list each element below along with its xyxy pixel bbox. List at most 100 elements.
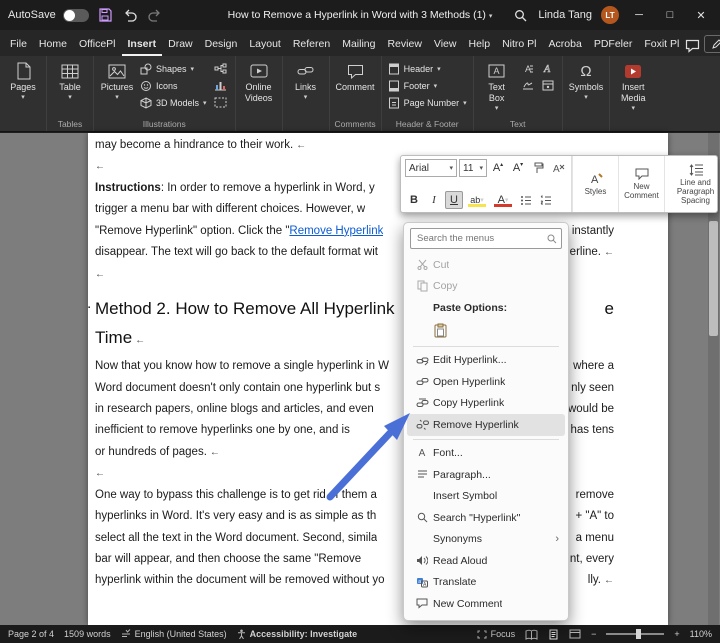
styles-button[interactable]: A Styles — [572, 156, 618, 212]
hyperlink-text[interactable]: Remove Hyperlink — [289, 225, 383, 237]
scrollbar-thumb[interactable] — [709, 221, 718, 336]
tab-nitro-pro[interactable]: Nitro Pl — [496, 33, 542, 56]
menu-search-box[interactable] — [410, 228, 562, 249]
page-number-button[interactable]: Page Number ▾ — [385, 94, 470, 111]
pages-button[interactable]: Pages ▾ — [3, 58, 43, 103]
chart-button[interactable] — [212, 78, 230, 93]
tab-officeplus[interactable]: OfficePl — [73, 33, 122, 56]
tab-mailings[interactable]: Mailing — [336, 33, 381, 56]
proofing-status[interactable]: English (United States) — [121, 629, 227, 639]
menu-search-input[interactable] — [415, 232, 547, 245]
insert-media-icon — [624, 61, 642, 81]
format-painter-button[interactable] — [529, 159, 547, 177]
read-mode-button[interactable] — [525, 629, 538, 640]
menu-item-insert-symbol[interactable]: Insert Symbol — [407, 486, 565, 508]
online-videos-button[interactable]: Online Videos — [239, 58, 279, 103]
numbering-button[interactable] — [537, 191, 555, 209]
menu-item-synonyms[interactable]: Synonyms › — [407, 529, 565, 551]
comment-button[interactable]: Comment — [333, 58, 378, 92]
print-layout-button[interactable] — [548, 629, 559, 640]
3d-models-button[interactable]: 3D Models ▾ — [137, 94, 210, 111]
zoom-out-button[interactable]: − — [591, 629, 596, 639]
symbols-button[interactable]: Ω Symbols ▾ — [566, 58, 607, 103]
paste-keep-source-button[interactable] — [429, 320, 451, 342]
menu-item-search-hyperlink[interactable]: Search "Hyperlink" — [407, 507, 565, 529]
menu-item-open-hyperlink[interactable]: Open Hyperlink — [407, 371, 565, 393]
shapes-button[interactable]: Shapes ▾ — [137, 60, 210, 77]
menu-item-font[interactable]: A Font... — [407, 443, 565, 465]
comments-icon[interactable] — [685, 36, 700, 56]
language-label: English (United States) — [135, 629, 227, 639]
footer-button[interactable]: Footer ▾ — [385, 77, 470, 94]
bold-button[interactable]: B — [405, 191, 423, 209]
tab-insert[interactable]: Insert — [122, 33, 163, 56]
line-spacing-button[interactable]: Line andParagraph Spacing — [664, 156, 720, 212]
avatar[interactable]: LT — [601, 6, 619, 24]
menu-item-paragraph[interactable]: Paragraph... — [407, 464, 565, 486]
focus-mode-button[interactable]: Focus — [477, 629, 516, 639]
font-color-button[interactable]: A▾ — [491, 191, 515, 209]
tab-view[interactable]: View — [428, 33, 463, 56]
page-indicator[interactable]: Page 2 of 4 — [8, 629, 54, 639]
title-chevron-down-icon[interactable]: ▾ — [489, 13, 493, 20]
tab-draw[interactable]: Draw — [162, 33, 199, 56]
font-size-select[interactable]: 11▾ — [459, 159, 487, 177]
menu-item-edit-hyperlink[interactable]: Edit Hyperlink... — [407, 350, 565, 372]
grow-font-button[interactable]: A▴ — [489, 159, 507, 177]
text-box-button[interactable]: A Text Box ▾ — [477, 58, 517, 114]
tab-review[interactable]: Review — [381, 33, 427, 56]
pictures-button[interactable]: Pictures ▾ — [97, 58, 137, 103]
table-button[interactable]: Table ▾ — [50, 58, 90, 103]
bullets-button[interactable] — [517, 191, 535, 209]
menu-item-remove-hyperlink[interactable]: Remove Hyperlink — [407, 414, 565, 436]
links-button[interactable]: Links ▾ — [286, 58, 326, 103]
zoom-slider[interactable] — [606, 633, 664, 635]
quick-parts-button[interactable]: A — [519, 61, 537, 76]
tab-layout[interactable]: Layout — [243, 33, 287, 56]
underline-button[interactable]: U — [445, 191, 463, 209]
zoom-level[interactable]: 110% — [690, 629, 712, 639]
signature-line-button[interactable] — [519, 78, 537, 93]
wordart-button[interactable]: A — [539, 61, 557, 76]
clear-formatting-button[interactable]: A — [549, 159, 567, 177]
date-time-button[interactable] — [539, 78, 557, 93]
accessibility-status[interactable]: Accessibility: Investigate — [237, 629, 358, 639]
tab-references[interactable]: Referen — [287, 33, 336, 56]
tab-acrobat[interactable]: Acroba — [543, 33, 588, 56]
tab-home[interactable]: Home — [33, 33, 73, 56]
close-button[interactable]: ✕ — [690, 4, 712, 26]
tab-help[interactable]: Help — [462, 33, 496, 56]
web-layout-button[interactable] — [569, 629, 581, 639]
word-count[interactable]: 1509 words — [64, 629, 111, 639]
tab-file[interactable]: File — [4, 33, 33, 56]
screenshot-button[interactable] — [212, 95, 230, 110]
maximize-button[interactable]: □ — [659, 4, 681, 26]
editing-mode-button[interactable]: Editing ▾ — [704, 35, 720, 53]
tab-pdfelement[interactable]: PDFeler — [588, 33, 639, 56]
menu-item-read-aloud[interactable]: Read Aloud — [407, 550, 565, 572]
tab-foxit[interactable]: Foxit Pl — [638, 33, 685, 56]
tab-design[interactable]: Design — [199, 33, 244, 56]
insert-media-button[interactable]: Insert Media ▾ — [613, 58, 653, 114]
redo-icon[interactable] — [146, 6, 164, 24]
smartart-button[interactable] — [212, 61, 230, 76]
highlight-button[interactable]: ab▾ — [465, 191, 489, 209]
font-name-select[interactable]: Arial▾ — [405, 159, 457, 177]
search-icon[interactable] — [511, 6, 529, 24]
zoom-slider-knob[interactable] — [636, 629, 641, 639]
autosave-toggle[interactable] — [63, 9, 89, 22]
menu-item-new-comment[interactable]: New Comment — [407, 593, 565, 615]
menu-item-copy-hyperlink[interactable]: Copy Hyperlink — [407, 393, 565, 415]
undo-icon[interactable] — [121, 6, 139, 24]
zoom-in-button[interactable]: + — [674, 629, 679, 639]
new-comment-button[interactable]: NewComment — [618, 156, 664, 212]
save-icon[interactable] — [96, 6, 114, 24]
italic-button[interactable]: I — [425, 191, 443, 209]
chevron-down-icon: ▾ — [304, 93, 308, 103]
shrink-font-button[interactable]: A▾ — [509, 159, 527, 177]
menu-item-translate[interactable]: aA Translate — [407, 572, 565, 594]
minimize-button[interactable]: ─ — [628, 4, 650, 26]
header-button[interactable]: Header ▾ — [385, 60, 470, 77]
page-number-label: Page Number — [404, 98, 460, 108]
icons-button[interactable]: Icons — [137, 77, 210, 94]
